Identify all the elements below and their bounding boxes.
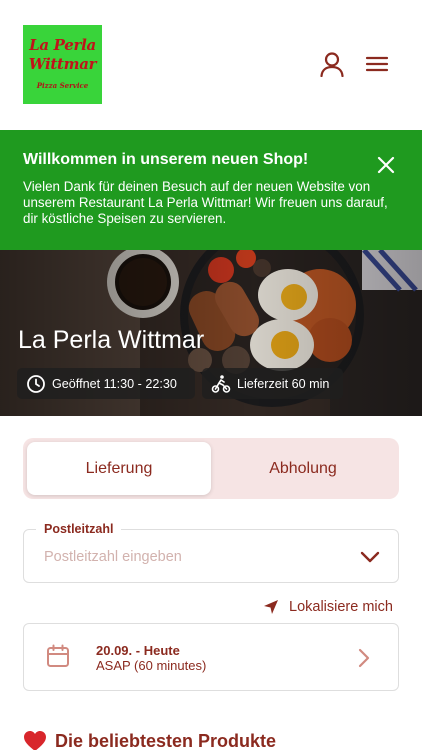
delivery-time-badge: Lieferzeit 60 min: [202, 368, 343, 399]
user-icon: [320, 52, 344, 77]
schedule-time: ASAP (60 minutes): [96, 658, 207, 673]
chevron-down-icon[interactable]: [360, 550, 380, 564]
hero-image: La Perla Wittmar Geöffnet 11:30 - 22:30 …: [0, 250, 422, 416]
popular-products-title: Die beliebtesten Produkte: [55, 730, 277, 750]
calendar-icon: [47, 644, 69, 667]
hamburger-menu-icon: [365, 56, 389, 72]
opening-hours-text: Geöffnet 11:30 - 22:30: [52, 376, 177, 391]
delivery-bike-icon: [211, 374, 231, 393]
zip-code-input[interactable]: [44, 549, 344, 565]
delivery-time-text: Lieferzeit 60 min: [237, 376, 330, 391]
logo-line-3: Pizza Service: [36, 81, 89, 90]
locate-me-label: Lokalisiere mich: [289, 599, 393, 615]
menu-button[interactable]: [363, 50, 391, 78]
logo-line-2: Wittmar: [28, 55, 97, 73]
user-account-button[interactable]: [318, 50, 346, 78]
zip-code-field[interactable]: Postleitzahl: [23, 522, 399, 583]
logo-line-1: La Perla: [29, 36, 96, 54]
banner-text: Vielen Dank für deinen Besuch auf der ne…: [23, 179, 388, 226]
banner-title: Willkommen in unserem neuen Shop!: [23, 151, 309, 168]
locate-me-button[interactable]: Lokalisiere mich: [262, 598, 393, 616]
tab-delivery[interactable]: Lieferung: [27, 442, 211, 495]
restaurant-name: La Perla Wittmar: [18, 326, 205, 354]
schedule-date: 20.09. - Heute: [96, 643, 180, 658]
delivery-schedule-selector[interactable]: 20.09. - Heute ASAP (60 minutes): [23, 623, 399, 691]
clock-icon: [27, 374, 45, 393]
heart-icon: [24, 731, 46, 750]
welcome-banner: Willkommen in unserem neuen Shop! Vielen…: [0, 130, 422, 250]
tab-pickup[interactable]: Abholung: [211, 442, 395, 495]
opening-hours-badge: Geöffnet 11:30 - 22:30: [17, 368, 195, 399]
zip-code-label: Postleitzahl: [36, 522, 122, 536]
order-mode-toggle: Lieferung Abholung: [23, 438, 399, 499]
header: La Perla Wittmar Pizza Service: [0, 0, 422, 130]
restaurant-logo[interactable]: La Perla Wittmar Pizza Service: [23, 25, 102, 104]
close-banner-button[interactable]: [374, 153, 398, 177]
chevron-right-icon: [358, 648, 370, 668]
location-arrow-icon: [264, 600, 278, 614]
close-icon: [377, 156, 395, 174]
popular-products-heading: Die beliebtesten Produkte: [23, 730, 276, 750]
